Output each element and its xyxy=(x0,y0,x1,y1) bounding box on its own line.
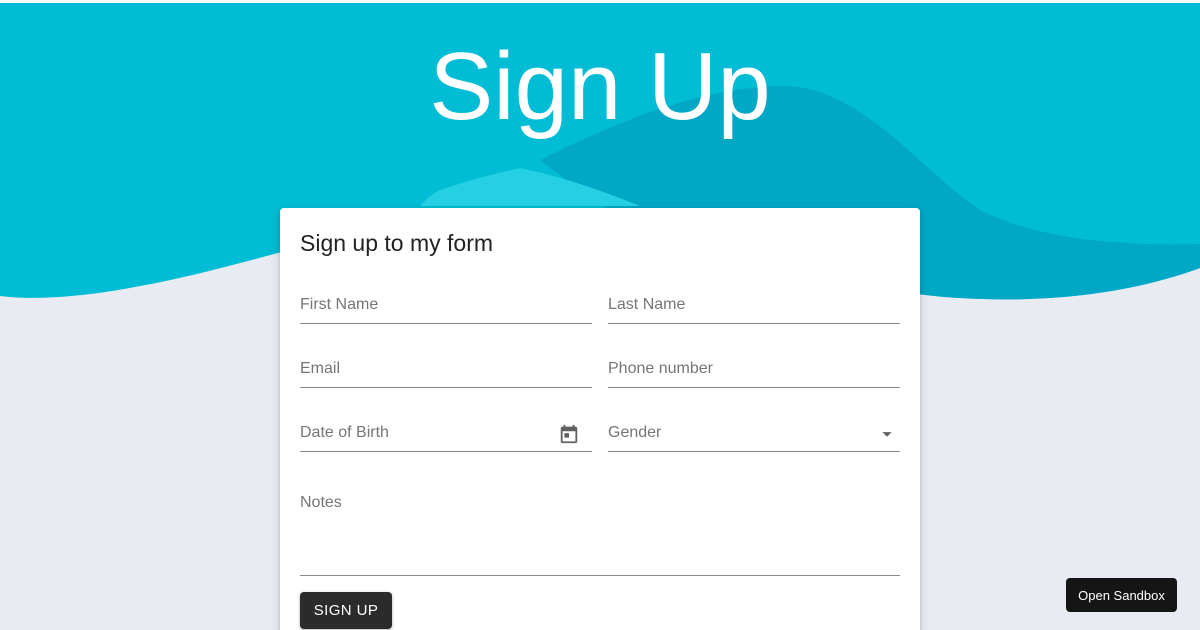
gender-label: Gender xyxy=(608,424,662,441)
date-of-birth-label: Date of Birth xyxy=(300,424,389,441)
form-title: Sign up to my form xyxy=(300,230,494,256)
signup-form-card: Sign up to my form First Name Last Name … xyxy=(280,208,920,630)
first-name-label: First Name xyxy=(300,296,379,313)
gender-select[interactable]: Gender xyxy=(608,416,900,452)
notes-textarea[interactable]: Notes xyxy=(300,488,900,576)
phone-number-label: Phone number xyxy=(608,360,713,377)
calendar-icon[interactable] xyxy=(558,423,580,445)
dropdown-arrow-icon xyxy=(882,432,892,437)
notes-label: Notes xyxy=(300,494,342,511)
email-label: Email xyxy=(300,360,341,377)
last-name-field[interactable]: Last Name xyxy=(608,288,900,324)
sign-up-button[interactable]: SIGN UP xyxy=(300,592,392,629)
date-of-birth-field[interactable]: Date of Birth xyxy=(300,416,592,452)
open-sandbox-button[interactable]: Open Sandbox xyxy=(1066,578,1177,612)
page: Sign Up Sign up to my form First Name La… xyxy=(0,0,1200,630)
email-field[interactable]: Email xyxy=(300,352,592,388)
first-name-field[interactable]: First Name xyxy=(300,288,592,324)
phone-number-field[interactable]: Phone number xyxy=(608,352,900,388)
page-title: Sign Up xyxy=(429,33,771,140)
last-name-label: Last Name xyxy=(608,296,686,313)
